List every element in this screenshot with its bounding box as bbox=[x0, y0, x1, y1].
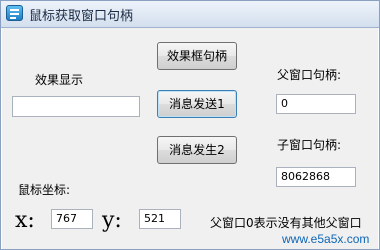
window-title: 鼠标获取窗口句柄 bbox=[29, 9, 134, 24]
send-message-2-button[interactable]: 消息发生2 bbox=[157, 136, 237, 164]
effect-handle-button[interactable]: 效果框句柄 bbox=[157, 42, 237, 70]
x-axis-label: x: bbox=[15, 208, 35, 233]
effect-display-field[interactable] bbox=[12, 96, 140, 117]
parent-handle-label: 父窗口句柄: bbox=[277, 68, 342, 82]
y-axis-label: y: bbox=[102, 208, 122, 233]
effect-display-label: 效果显示 bbox=[35, 73, 84, 87]
app-window: 鼠标获取窗口句柄 效果显示 效果框句柄 消息发送1 消息发生2 父窗口句柄: 0… bbox=[0, 0, 380, 250]
title-bar[interactable]: 鼠标获取窗口句柄 bbox=[1, 1, 379, 28]
parent-window-note: 父窗口0表示没有其他父窗口 bbox=[210, 216, 362, 230]
x-coordinate-field[interactable]: 767 bbox=[51, 209, 93, 229]
parent-handle-field[interactable]: 0 bbox=[276, 94, 356, 114]
client-area: 效果显示 效果框句柄 消息发送1 消息发生2 父窗口句柄: 0 子窗口句柄: 8… bbox=[2, 28, 378, 249]
site-watermark: www.e5a5x.com bbox=[282, 232, 370, 246]
child-handle-field[interactable]: 8062868 bbox=[276, 167, 356, 187]
child-handle-label: 子窗口句柄: bbox=[277, 138, 342, 152]
mouse-coordinate-label: 鼠标坐标: bbox=[18, 183, 71, 197]
y-coordinate-field[interactable]: 521 bbox=[139, 209, 181, 229]
app-window-icon bbox=[6, 5, 23, 21]
send-message-1-button[interactable]: 消息发送1 bbox=[157, 90, 237, 118]
